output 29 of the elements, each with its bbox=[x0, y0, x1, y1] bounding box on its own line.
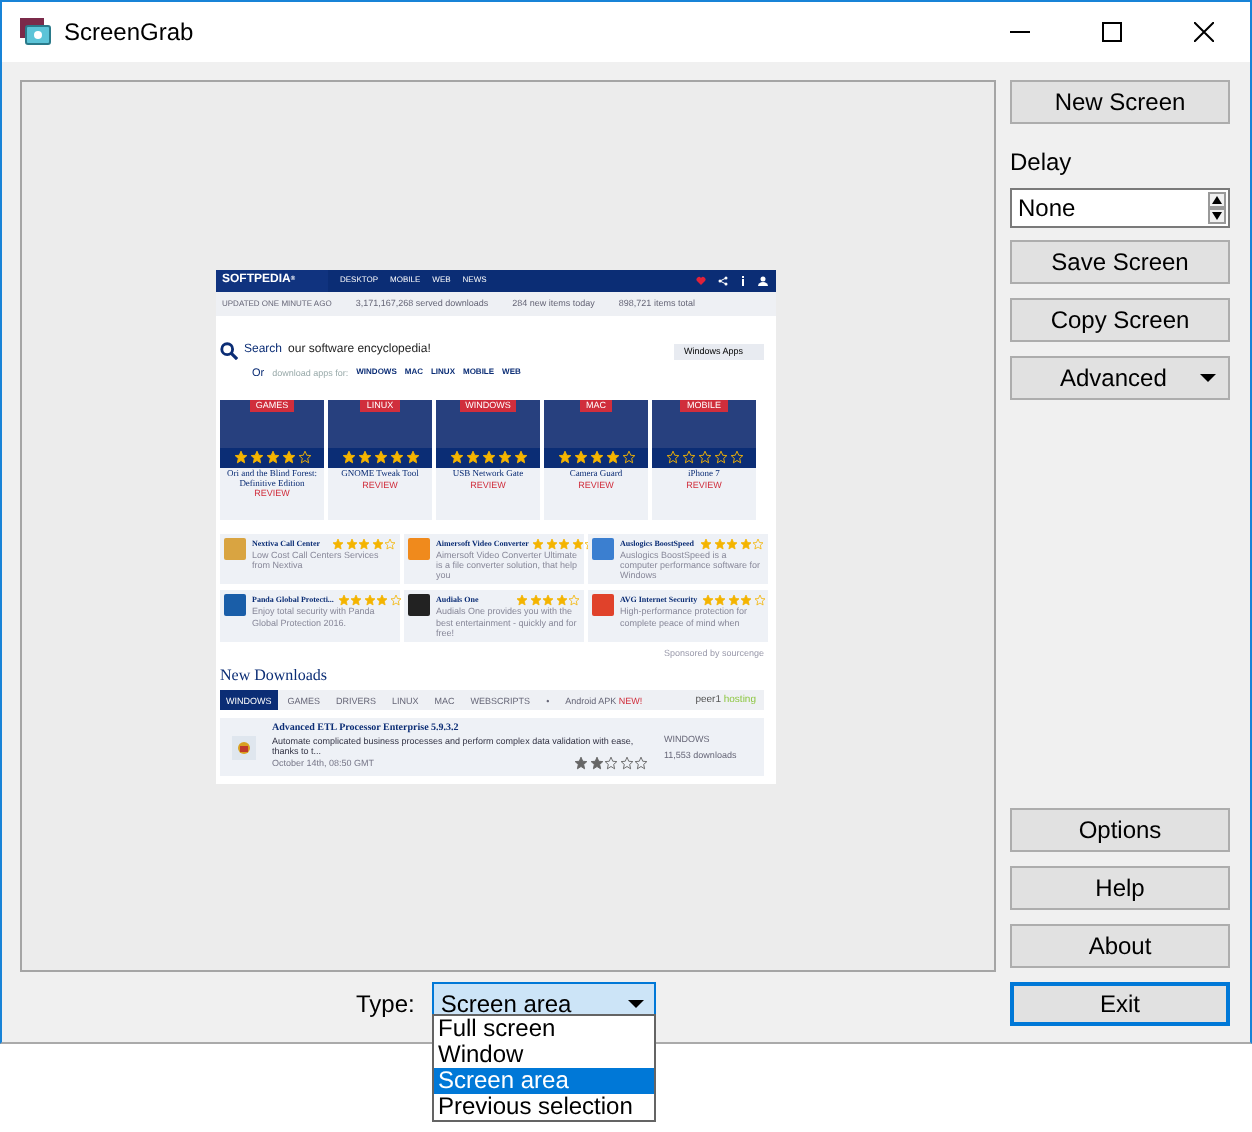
dropdown-option[interactable]: Screen area bbox=[434, 1068, 654, 1094]
maximize-icon bbox=[1102, 22, 1122, 42]
heart-icon[interactable] bbox=[696, 275, 706, 285]
share-icon[interactable] bbox=[718, 275, 728, 285]
action-button[interactable]: Advanced bbox=[1010, 356, 1230, 400]
user-icon[interactable] bbox=[758, 275, 768, 285]
action-button[interactable]: Copy Screen bbox=[1010, 298, 1230, 342]
dropdown-option[interactable]: Previous selection bbox=[434, 1094, 654, 1120]
down-arrow-icon[interactable] bbox=[1208, 208, 1226, 224]
up-arrow-icon[interactable] bbox=[1208, 192, 1226, 208]
dialog-button[interactable]: Exit bbox=[1010, 982, 1230, 1026]
type-label: Type: bbox=[356, 989, 415, 1017]
window-title: ScreenGrab bbox=[64, 18, 194, 46]
dropdown-arrow-icon bbox=[628, 999, 645, 1007]
dropdown-option[interactable]: Window bbox=[434, 1042, 654, 1068]
section-title: New Downloads bbox=[220, 666, 330, 685]
close-icon bbox=[1194, 22, 1214, 42]
search-icon bbox=[220, 342, 238, 360]
delay-spinbox[interactable]: None bbox=[1010, 188, 1230, 228]
app-icon bbox=[20, 18, 52, 46]
caret-icon bbox=[1200, 374, 1216, 382]
info-icon[interactable] bbox=[740, 275, 746, 285]
dialog-button[interactable]: About bbox=[1010, 924, 1230, 968]
dialog-button[interactable]: Options bbox=[1010, 808, 1230, 852]
delay-label: Delay bbox=[1010, 148, 1074, 176]
new-screen-button[interactable]: New Screen bbox=[1010, 80, 1230, 124]
dialog-button[interactable]: Help bbox=[1010, 866, 1230, 910]
action-button[interactable]: Save Screen bbox=[1010, 240, 1230, 284]
package-icon bbox=[232, 735, 256, 760]
